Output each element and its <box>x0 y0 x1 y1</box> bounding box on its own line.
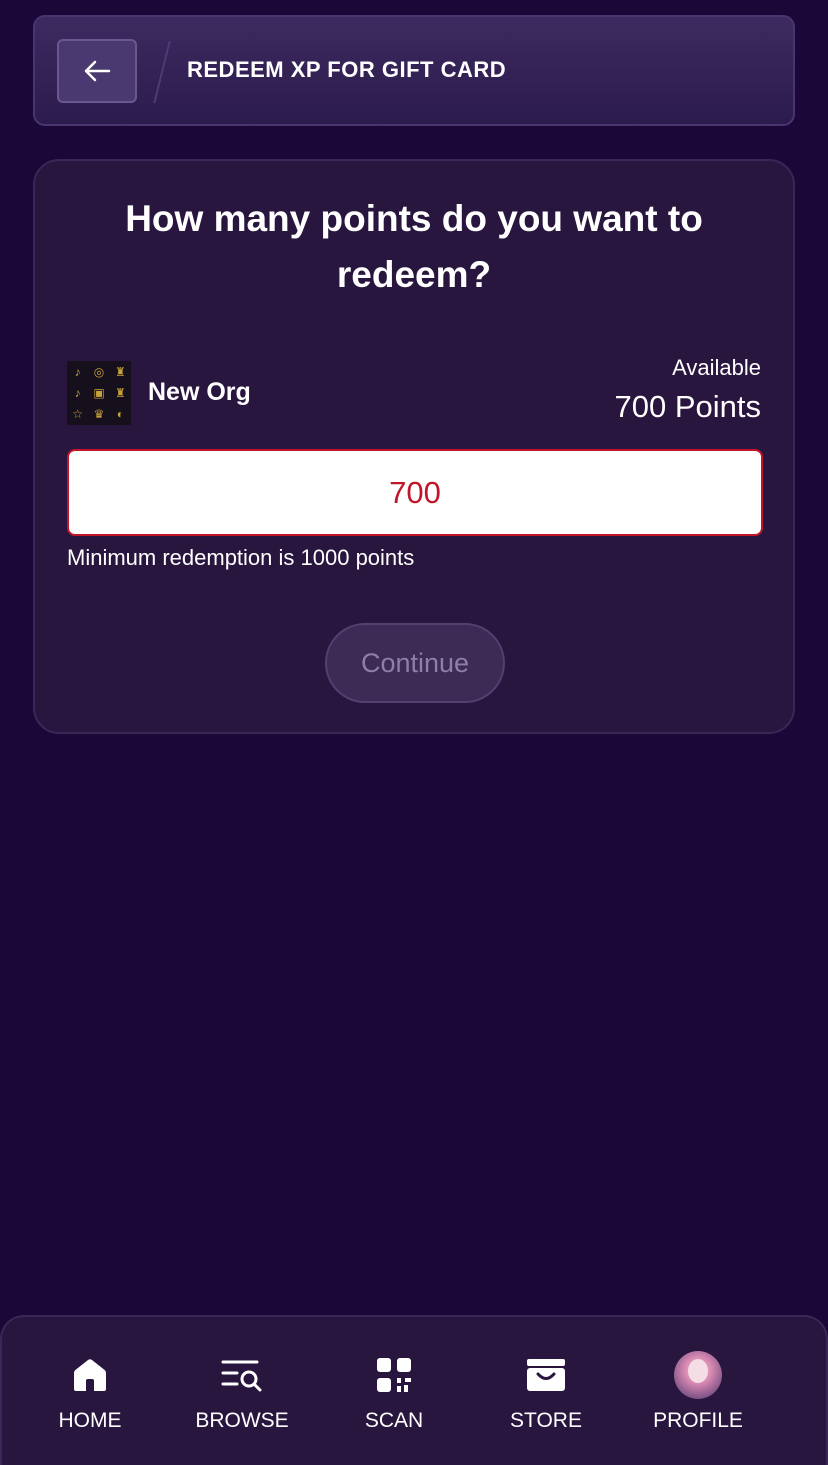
org-logo: ♪ ◎ ♜ ♪ ▣ ♜ ☆ ♛ ◐ <box>67 361 131 425</box>
continue-button[interactable]: Continue <box>325 623 505 703</box>
back-button[interactable] <box>57 39 137 103</box>
bottom-nav: HOME BROWSE SCAN STORE PROFILE <box>0 1315 828 1465</box>
arrow-left-icon <box>84 60 111 82</box>
top-bar: REDEEM XP FOR GIFT CARD <box>33 15 795 126</box>
avatar <box>674 1351 722 1399</box>
points-input[interactable] <box>67 449 763 536</box>
redeem-card: How many points do you want to redeem? ♪… <box>33 159 795 734</box>
nav-label-browse: BROWSE <box>195 1409 289 1432</box>
browse-icon <box>221 1360 262 1392</box>
nav-label-profile: PROFILE <box>653 1409 743 1432</box>
available-label: Available <box>672 355 761 380</box>
nav-label-home: HOME <box>58 1409 122 1432</box>
header-divider <box>153 41 171 103</box>
nav-label-store: STORE <box>510 1409 582 1432</box>
nav-item-home[interactable]: HOME <box>20 1353 160 1443</box>
redeem-question: How many points do you want to redeem? <box>125 198 703 295</box>
nav-item-scan[interactable]: SCAN <box>324 1353 464 1443</box>
minimum-redemption-note: Minimum redemption is 1000 points <box>67 545 415 570</box>
page-title: REDEEM XP FOR GIFT CARD <box>187 57 507 82</box>
org-name: New Org <box>148 378 251 406</box>
available-points: 700 Points <box>614 389 762 424</box>
nav-label-scan: SCAN <box>364 1409 424 1432</box>
nav-item-store[interactable]: STORE <box>476 1353 616 1443</box>
nav-item-browse[interactable]: BROWSE <box>172 1353 312 1443</box>
qr-scan-icon <box>377 1358 411 1392</box>
home-icon <box>74 1359 106 1391</box>
nav-item-profile[interactable]: PROFILE <box>628 1351 768 1443</box>
store-basket-icon <box>527 1359 565 1391</box>
